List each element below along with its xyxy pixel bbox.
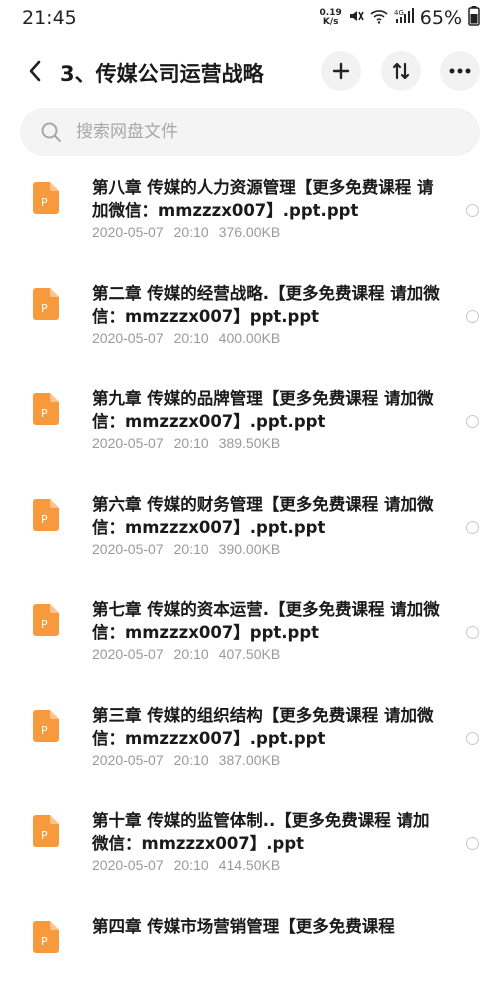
- search-bar[interactable]: [20, 108, 480, 156]
- ppt-file-icon: P: [33, 393, 59, 425]
- sort-icon: [391, 61, 411, 81]
- file-time: 20:10: [174, 435, 209, 451]
- more-icon: [449, 68, 471, 74]
- signal-icon: 4G: [394, 8, 414, 28]
- file-date: 2020-05-07: [92, 224, 164, 240]
- select-radio[interactable]: [466, 310, 479, 323]
- file-size: 414.50KB: [219, 857, 281, 873]
- file-time: 20:10: [174, 330, 209, 346]
- page-title: 3、传媒公司运营战略: [60, 58, 264, 88]
- svg-text:P: P: [41, 407, 48, 420]
- file-row[interactable]: P 第六章 传媒的财务管理【更多免费课程 请加微信：mmzzzx007】.ppt…: [0, 477, 500, 583]
- select-radio[interactable]: [466, 626, 479, 639]
- back-button[interactable]: [20, 56, 50, 86]
- file-meta: 2020-05-07 20:10 387.00KB: [92, 752, 290, 768]
- svg-text:P: P: [41, 196, 48, 209]
- network-speed: 0.19 K/s: [320, 9, 342, 27]
- file-date: 2020-05-07: [92, 646, 164, 662]
- search-input[interactable]: [74, 121, 458, 143]
- mute-icon: [348, 8, 364, 28]
- file-date: 2020-05-07: [92, 435, 164, 451]
- file-time: 20:10: [174, 752, 209, 768]
- ppt-file-icon: P: [33, 815, 59, 847]
- file-list: P 第八章 传媒的人力资源管理【更多免费课程 请加微信：mmzzzx007】.p…: [0, 160, 500, 1004]
- status-icons: 0.19 K/s 4G 65%: [320, 6, 480, 31]
- file-meta: 2020-05-07 20:10 414.50KB: [92, 857, 290, 873]
- svg-text:P: P: [41, 829, 48, 842]
- sort-button[interactable]: [381, 51, 421, 91]
- svg-text:P: P: [41, 724, 48, 737]
- file-name: 第六章 传媒的财务管理【更多免费课程 请加微信：mmzzzx007】.ppt.p…: [92, 493, 442, 539]
- file-size: 389.50KB: [219, 435, 281, 451]
- file-meta: 2020-05-07 20:10 389.50KB: [92, 435, 290, 451]
- svg-text:4G: 4G: [394, 9, 404, 17]
- file-row[interactable]: P 第二章 传媒的经营战略.【更多免费课程 请加微信：mmzzzx007】ppt…: [0, 266, 500, 372]
- battery-level: 65%: [420, 7, 462, 29]
- file-time: 20:10: [174, 224, 209, 240]
- select-radio[interactable]: [466, 521, 479, 534]
- file-name: 第四章 传媒市场营销管理【更多免费课程: [92, 915, 442, 938]
- file-row[interactable]: P 第八章 传媒的人力资源管理【更多免费课程 请加微信：mmzzzx007】.p…: [0, 160, 500, 266]
- file-name: 第三章 传媒的组织结构【更多免费课程 请加微信：mmzzzx007】.ppt.p…: [92, 704, 442, 750]
- file-date: 2020-05-07: [92, 541, 164, 557]
- file-meta: 2020-05-07 20:10 376.00KB: [92, 224, 290, 240]
- svg-text:P: P: [41, 513, 48, 526]
- ppt-file-icon: P: [33, 182, 59, 214]
- file-name: 第十章 传媒的监管体制..【更多免费课程 请加微信：mmzzzx007】.ppt: [92, 809, 442, 855]
- file-size: 400.00KB: [219, 330, 281, 346]
- file-size: 390.00KB: [219, 541, 281, 557]
- file-name: 第八章 传媒的人力资源管理【更多免费课程 请加微信：mmzzzx007】.ppt…: [92, 176, 442, 222]
- battery-icon: [468, 6, 480, 31]
- file-row[interactable]: P 第三章 传媒的组织结构【更多免费课程 请加微信：mmzzzx007】.ppt…: [0, 688, 500, 794]
- select-radio[interactable]: [466, 204, 479, 217]
- file-meta: 2020-05-07 20:10 390.00KB: [92, 541, 290, 557]
- ppt-file-icon: P: [33, 921, 59, 953]
- ppt-file-icon: P: [33, 288, 59, 320]
- add-button[interactable]: [321, 51, 361, 91]
- file-row[interactable]: P 第十章 传媒的监管体制..【更多免费课程 请加微信：mmzzzx007】.p…: [0, 793, 500, 899]
- file-row[interactable]: P 第四章 传媒市场营销管理【更多免费课程: [0, 899, 500, 1004]
- file-size: 387.00KB: [219, 752, 281, 768]
- select-radio[interactable]: [466, 837, 479, 850]
- chevron-left-icon: [28, 60, 42, 82]
- wifi-icon: [370, 8, 388, 28]
- select-radio[interactable]: [466, 415, 479, 428]
- ppt-file-icon: P: [33, 499, 59, 531]
- file-name: 第七章 传媒的资本运营.【更多免费课程 请加微信：mmzzzx007】ppt.p…: [92, 598, 442, 644]
- file-date: 2020-05-07: [92, 752, 164, 768]
- file-date: 2020-05-07: [92, 857, 164, 873]
- header: 3、传媒公司运营战略: [0, 46, 500, 98]
- file-time: 20:10: [174, 857, 209, 873]
- file-size: 407.50KB: [219, 646, 281, 662]
- file-row[interactable]: P 第七章 传媒的资本运营.【更多免费课程 请加微信：mmzzzx007】ppt…: [0, 582, 500, 688]
- status-time: 21:45: [22, 7, 77, 29]
- ppt-file-icon: P: [33, 604, 59, 636]
- plus-icon: [332, 62, 350, 80]
- file-time: 20:10: [174, 541, 209, 557]
- ppt-file-icon: P: [33, 710, 59, 742]
- svg-text:P: P: [41, 302, 48, 315]
- file-meta: 2020-05-07 20:10 400.00KB: [92, 330, 290, 346]
- file-date: 2020-05-07: [92, 330, 164, 346]
- status-bar: 21:45 0.19 K/s 4G 65%: [0, 0, 500, 36]
- file-size: 376.00KB: [219, 224, 281, 240]
- more-button[interactable]: [440, 51, 480, 91]
- file-time: 20:10: [174, 646, 209, 662]
- svg-text:P: P: [41, 935, 48, 948]
- file-row[interactable]: P 第九章 传媒的品牌管理【更多免费课程 请加微信：mmzzzx007】.ppt…: [0, 371, 500, 477]
- file-meta: 2020-05-07 20:10 407.50KB: [92, 646, 290, 662]
- svg-text:P: P: [41, 618, 48, 631]
- file-name: 第二章 传媒的经营战略.【更多免费课程 请加微信：mmzzzx007】ppt.p…: [92, 282, 442, 328]
- file-name: 第九章 传媒的品牌管理【更多免费课程 请加微信：mmzzzx007】.ppt.p…: [92, 387, 442, 433]
- search-icon: [40, 121, 62, 143]
- select-radio[interactable]: [466, 732, 479, 745]
